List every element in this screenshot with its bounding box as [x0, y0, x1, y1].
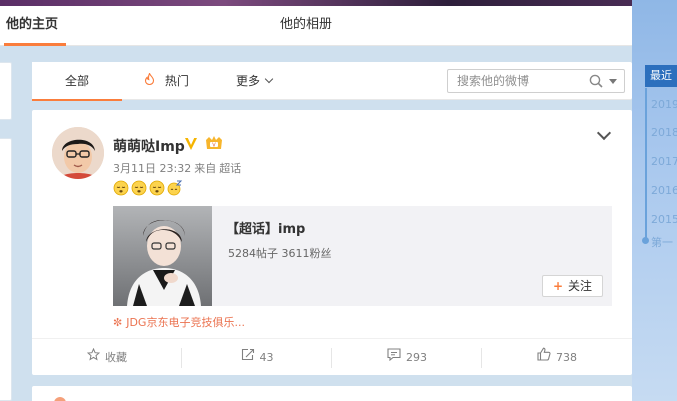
- member-crown-icon[interactable]: V: [204, 135, 224, 152]
- avatar[interactable]: [54, 397, 66, 401]
- chevron-down-icon[interactable]: [596, 125, 612, 141]
- post-source-client[interactable]: 超话: [219, 162, 241, 175]
- timeline-year-2019[interactable]: 2019: [648, 91, 677, 119]
- follow-topic-button[interactable]: + 关注: [542, 275, 603, 297]
- topic-cover-image[interactable]: [113, 206, 212, 306]
- post-location-link[interactable]: ✼ JDG京东电子竞技俱乐...: [113, 314, 245, 330]
- next-post-card: [32, 386, 632, 401]
- post-via: 来自: [194, 162, 217, 175]
- repost-count: 43: [259, 351, 274, 364]
- topic-stats: 5284帖子 3611粉丝: [228, 247, 332, 260]
- thumbs-up-icon: [537, 339, 551, 376]
- timeline-rail: [645, 88, 647, 240]
- avatar[interactable]: [52, 127, 104, 179]
- favorite-button[interactable]: 收藏: [32, 339, 182, 376]
- tab-album[interactable]: 他的相册: [280, 6, 332, 46]
- svg-text:V: V: [212, 143, 216, 149]
- flower-icon: ✼: [113, 316, 123, 329]
- like-button[interactable]: 738: [482, 339, 632, 376]
- post-time[interactable]: 3月11日 23:32: [113, 162, 191, 175]
- verified-v-icon[interactable]: [183, 136, 199, 152]
- like-count: 738: [556, 351, 577, 364]
- comment-button[interactable]: 293: [332, 339, 482, 376]
- filter-all[interactable]: 全部: [32, 62, 122, 101]
- tab-home[interactable]: 他的主页: [0, 6, 70, 46]
- repost-icon: [241, 339, 255, 376]
- filter-more-label: 更多: [236, 74, 261, 88]
- flame-icon: [144, 72, 159, 88]
- search-input[interactable]: [448, 70, 582, 92]
- favorite-label: 收藏: [105, 351, 127, 364]
- timeline-first[interactable]: 第一: [651, 234, 673, 250]
- chevron-down-icon: [264, 74, 274, 84]
- star-icon: [86, 339, 101, 376]
- timeline-year-2017[interactable]: 2017: [648, 148, 677, 176]
- post-location: JDG京东电子竞技俱乐...: [126, 316, 245, 329]
- feed-filter-bar: 全部 热门 更多: [32, 62, 632, 101]
- sleeping-emoji-icon: [167, 180, 183, 196]
- timeline-year-2016[interactable]: 2016: [648, 177, 677, 205]
- filter-hot-label: 热门: [164, 74, 189, 88]
- timeline-recent[interactable]: 最近: [645, 65, 677, 87]
- post-text: [113, 180, 185, 200]
- follow-label: 关注: [568, 279, 593, 293]
- comment-count: 293: [406, 351, 427, 364]
- comment-icon: [387, 339, 401, 376]
- profile-tab-bar: 他的主页 他的相册: [0, 6, 632, 46]
- sleepy-face-emoji-icon: [113, 180, 129, 196]
- sleepy-face-emoji-icon: [131, 180, 147, 196]
- timeline-dot: [642, 237, 649, 244]
- search-scope-dropdown-icon[interactable]: [609, 79, 617, 84]
- weibo-search-box: [447, 69, 625, 93]
- search-icon[interactable]: [589, 74, 603, 88]
- timeline-year-2015[interactable]: 2015: [648, 206, 677, 234]
- filter-more-dropdown[interactable]: 更多: [236, 62, 274, 100]
- plus-icon: +: [552, 279, 564, 293]
- super-topic-card[interactable]: 【超话】imp 5284帖子 3611粉丝 + 关注: [113, 206, 612, 306]
- author-name[interactable]: 萌萌哒Imp: [113, 136, 185, 156]
- post-action-bar: 收藏 43 293 738: [32, 338, 632, 375]
- repost-button[interactable]: 43: [182, 339, 332, 376]
- left-column-card: [0, 138, 12, 401]
- sleepy-face-emoji-icon: [149, 180, 165, 196]
- weibo-post-card: 萌萌哒Imp V 3月11日 23:32 来自 超话 【超话】imp 5284帖…: [32, 110, 632, 375]
- timeline-year-2018[interactable]: 2018: [648, 119, 677, 147]
- left-column-card: [0, 62, 12, 120]
- topic-title[interactable]: 【超话】imp: [226, 218, 305, 237]
- filter-hot[interactable]: 热门: [144, 62, 189, 100]
- post-meta: 3月11日 23:32 来自 超话: [113, 160, 244, 176]
